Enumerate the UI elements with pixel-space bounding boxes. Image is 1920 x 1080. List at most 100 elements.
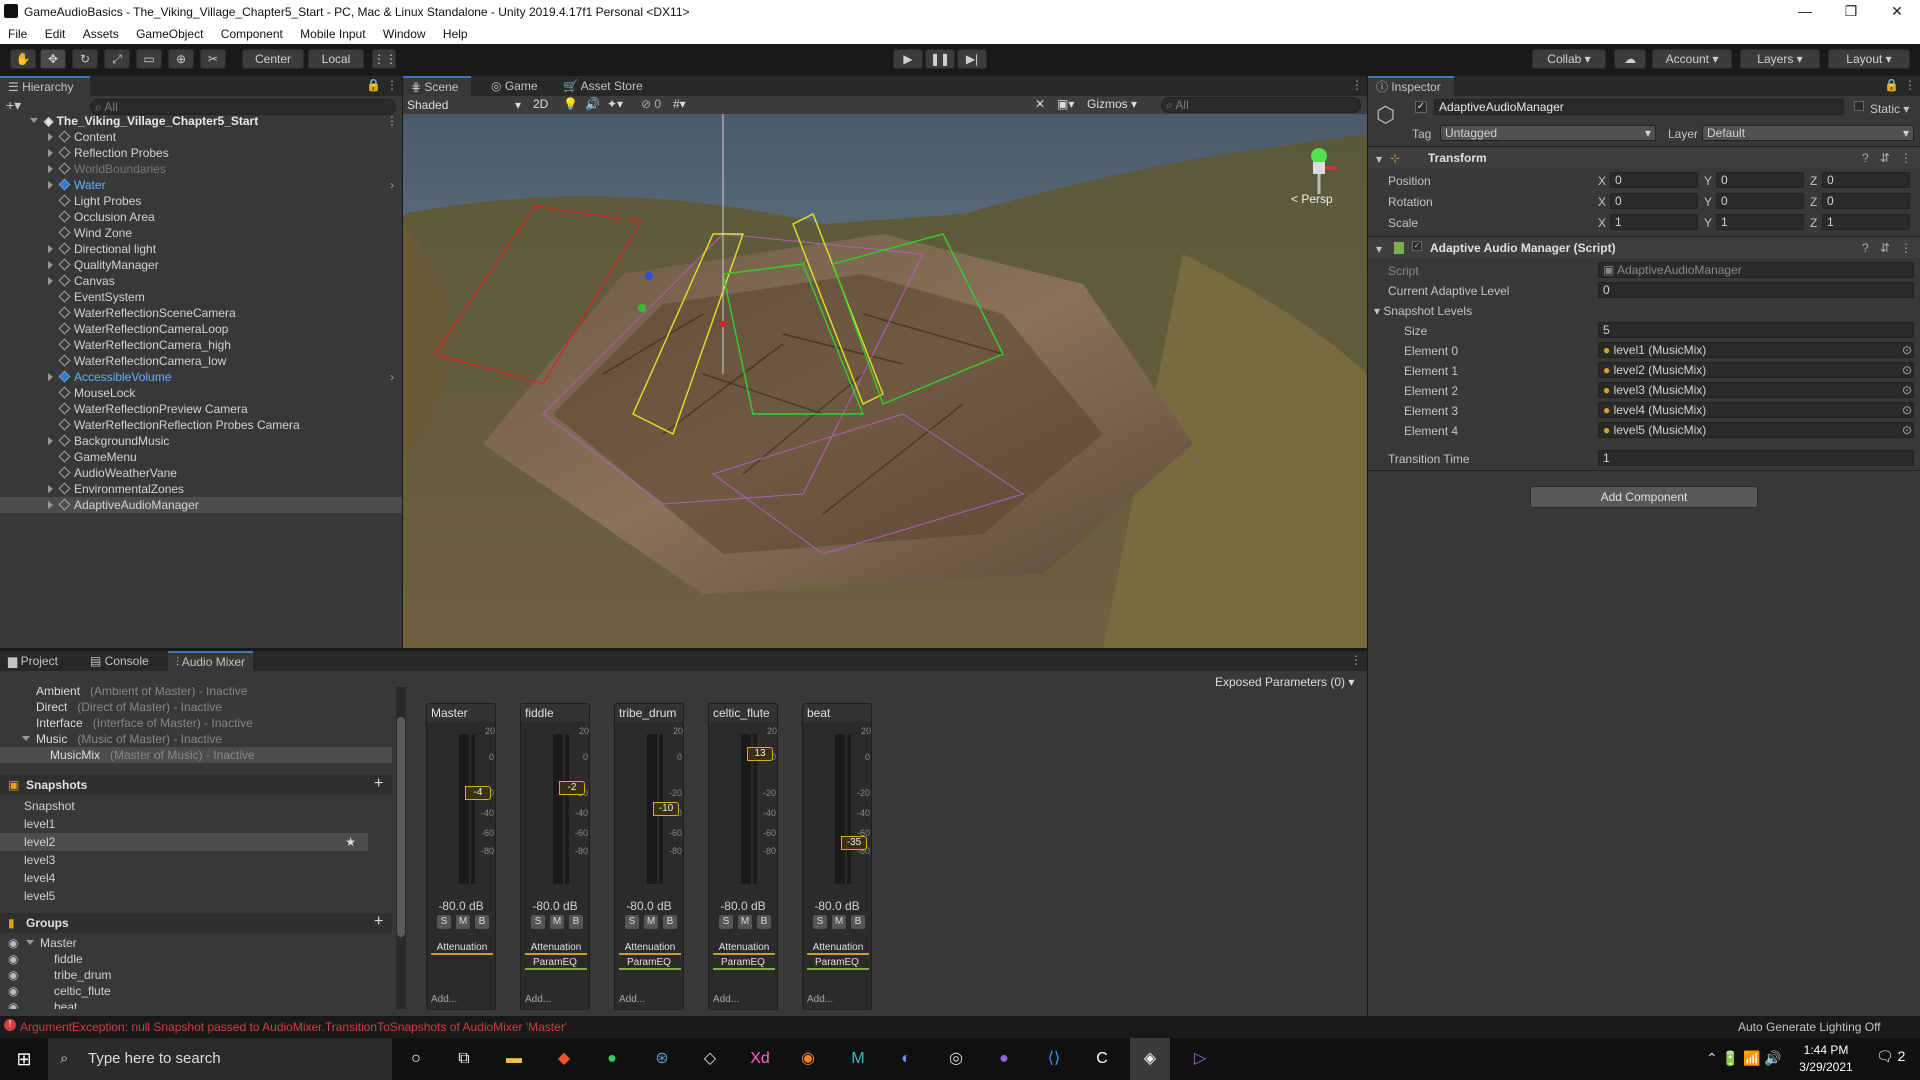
bypass-button[interactable]: B: [757, 915, 771, 929]
transition-time-field[interactable]: 1: [1598, 450, 1914, 466]
bypass-button[interactable]: B: [663, 915, 677, 929]
add-effect-button[interactable]: Add...: [619, 994, 645, 1005]
mute-button[interactable]: M: [644, 915, 658, 929]
visual-studio-icon[interactable]: ▷: [1180, 1038, 1220, 1080]
transform-tool-icon[interactable]: ⊕: [168, 49, 194, 69]
menu-assets[interactable]: Assets: [75, 24, 125, 41]
layout-dropdown[interactable]: Layout ▾: [1828, 49, 1910, 69]
attenuation-effect[interactable]: Attenuation: [525, 942, 587, 955]
menu-gameobject[interactable]: GameObject: [128, 24, 209, 41]
position-x-field[interactable]: 0: [1610, 172, 1698, 188]
pivot-local-toggle[interactable]: Local: [308, 49, 364, 69]
scale-z-field[interactable]: 1: [1822, 214, 1910, 230]
notification-center-icon[interactable]: 🗨 2: [1876, 1048, 1905, 1065]
hierarchy-item[interactable]: Canvas: [0, 273, 402, 289]
attenuation-effect[interactable]: Attenuation: [619, 942, 681, 955]
clock-date[interactable]: 3/29/2021: [1786, 1060, 1866, 1074]
rect-tool-icon[interactable]: ▭: [136, 49, 162, 69]
help-icon[interactable]: ?: [1862, 241, 1869, 255]
tab-inspector[interactable]: ⓘ Inspector: [1368, 76, 1454, 96]
rotation-z-field[interactable]: 0: [1822, 193, 1910, 209]
scene-menu-icon[interactable]: ⋮: [386, 114, 398, 128]
move-tool-icon[interactable]: ✥: [40, 49, 66, 69]
scene-more-icon[interactable]: ⋮: [1351, 78, 1363, 92]
attenuation-effect[interactable]: Attenuation: [713, 942, 775, 955]
hierarchy-item[interactable]: WaterReflectionSceneCamera: [0, 305, 402, 321]
expand-arrow-icon[interactable]: [48, 485, 53, 493]
open-prefab-chevron-icon[interactable]: ›: [390, 177, 394, 193]
mute-button[interactable]: M: [832, 915, 846, 929]
lighting-toggle-icon[interactable]: 💡: [563, 97, 578, 111]
presets-icon[interactable]: ⇵: [1880, 151, 1890, 165]
discord-icon[interactable]: ◐: [886, 1038, 926, 1080]
scale-y-field[interactable]: 1: [1716, 214, 1804, 230]
enabled-checkbox[interactable]: ✓: [1412, 241, 1422, 251]
lock-icon[interactable]: 🔒: [366, 78, 381, 92]
adobe-xd-icon[interactable]: Xd: [740, 1038, 780, 1080]
hierarchy-item[interactable]: WaterReflectionReflection Probes Camera: [0, 417, 402, 433]
adaptive-level-field[interactable]: 0: [1598, 282, 1914, 298]
mute-button[interactable]: M: [550, 915, 564, 929]
camera-settings-icon[interactable]: ▣▾: [1057, 97, 1074, 111]
hierarchy-item[interactable]: EnvironmentalZones: [0, 481, 402, 497]
close-button[interactable]: ✕: [1874, 0, 1920, 24]
brave-browser-icon[interactable]: ◆: [544, 1038, 584, 1080]
layer-dropdown[interactable]: Default ▾: [1702, 125, 1914, 141]
axis-y-label[interactable]: Y: [1704, 174, 1712, 188]
hand-tool-icon[interactable]: ✋: [10, 49, 36, 69]
hierarchy-item[interactable]: AudioWeatherVane: [0, 465, 402, 481]
layers-dropdown[interactable]: Layers ▾: [1740, 49, 1820, 69]
axis-z-label[interactable]: Z: [1810, 195, 1817, 209]
spotify-icon[interactable]: ●: [592, 1038, 632, 1080]
expand-arrow-icon[interactable]: [48, 149, 53, 157]
object-picker-icon[interactable]: ⊙: [1902, 403, 1912, 417]
expand-arrow-icon[interactable]: [48, 261, 53, 269]
axis-x-label[interactable]: X: [1598, 216, 1606, 230]
bypass-button[interactable]: B: [569, 915, 583, 929]
size-field[interactable]: 5: [1598, 322, 1914, 338]
custom-tool-icon[interactable]: ✂: [200, 49, 226, 69]
mute-button[interactable]: M: [456, 915, 470, 929]
blender-icon[interactable]: ◉: [788, 1038, 828, 1080]
hierarchy-item[interactable]: Content: [0, 129, 402, 145]
more-menu-icon[interactable]: ⋮: [386, 78, 398, 92]
snapshot-levels-foldout[interactable]: ▾ Snapshot Levels: [1374, 304, 1472, 318]
axis-y-label[interactable]: Y: [1704, 195, 1712, 209]
bypass-button[interactable]: B: [851, 915, 865, 929]
windows-start-icon[interactable]: ⊞: [0, 1038, 48, 1080]
hierarchy-item[interactable]: Directional light: [0, 241, 402, 257]
script-component-header[interactable]: ▾ ✓ Adaptive Audio Manager (Script) ? ⇵ …: [1368, 238, 1920, 258]
rotation-y-field[interactable]: 0: [1716, 193, 1804, 209]
vscode-icon[interactable]: ⟨⟩: [1034, 1038, 1074, 1080]
pivot-center-toggle[interactable]: Center: [242, 49, 304, 69]
mute-button[interactable]: M: [738, 915, 752, 929]
position-z-field[interactable]: 0: [1822, 172, 1910, 188]
hierarchy-item[interactable]: QualityManager: [0, 257, 402, 273]
m-app-icon[interactable]: M: [838, 1038, 878, 1080]
solo-button[interactable]: S: [813, 915, 827, 929]
hierarchy-item[interactable]: Light Probes: [0, 193, 402, 209]
expand-arrow-icon[interactable]: [48, 373, 53, 381]
inspector-lock-icon[interactable]: 🔒: [1884, 78, 1899, 92]
grid-toggle-icon[interactable]: #▾: [673, 97, 686, 111]
object-picker-icon[interactable]: ⊙: [1902, 423, 1912, 437]
hierarchy-item[interactable]: Reflection Probes: [0, 145, 402, 161]
axis-x-label[interactable]: X: [1598, 195, 1606, 209]
transform-header[interactable]: ▾ ⊹ Transform ? ⇵ ⋮: [1368, 148, 1920, 168]
static-dropdown[interactable]: Static ▾: [1870, 102, 1909, 116]
solo-button[interactable]: S: [531, 915, 545, 929]
attenuation-effect[interactable]: Attenuation: [431, 942, 493, 955]
expand-arrow-icon[interactable]: [48, 437, 53, 445]
collapse-arrow-icon[interactable]: ▾: [1376, 152, 1382, 166]
menu-component[interactable]: Component: [213, 24, 289, 41]
tab-hierarchy[interactable]: ☰ Hierarchy: [0, 76, 90, 96]
cortana-icon[interactable]: ○: [396, 1038, 436, 1080]
expand-arrow-icon[interactable]: [48, 277, 53, 285]
rotate-tool-icon[interactable]: ↻: [72, 49, 98, 69]
hierarchy-item[interactable]: WaterReflectionCameraLoop: [0, 321, 402, 337]
scale-x-field[interactable]: 1: [1610, 214, 1698, 230]
hierarchy-item[interactable]: MouseLock: [0, 385, 402, 401]
hierarchy-item[interactable]: WaterReflectionPreview Camera: [0, 401, 402, 417]
cloud-icon[interactable]: ☁: [1614, 49, 1646, 69]
add-effect-button[interactable]: Add...: [431, 994, 457, 1005]
